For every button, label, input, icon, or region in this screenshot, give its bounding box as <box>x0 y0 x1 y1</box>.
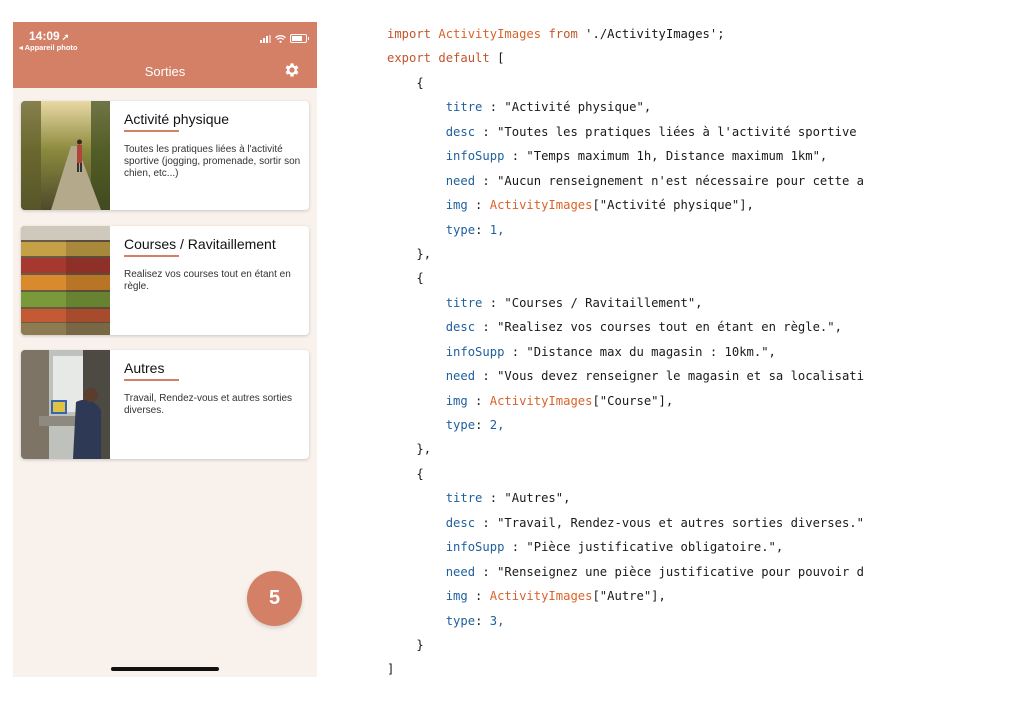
card-title: Autres <box>124 360 165 376</box>
code-line-img: img : ActivityImages["Course"], <box>445 393 674 408</box>
code-line-infosupp: infoSupp : "Temps maximum 1h, Distance m… <box>445 149 828 164</box>
code-line-close-array: ] <box>387 662 395 677</box>
code-line-close-brace: } <box>416 637 424 652</box>
code-line-desc: desc : "Realisez vos courses tout en éta… <box>445 320 842 335</box>
code-line-img: img : ActivityImages["Autre"], <box>445 589 666 604</box>
location-arrow-icon: ➚ <box>61 32 70 42</box>
app-header: 14:09 ➚ ◂ Appareil photo Sorties <box>13 22 317 88</box>
code-line-need: need : "Aucun renseignement n'est nécess… <box>445 173 864 188</box>
phone-screen: 14:09 ➚ ◂ Appareil photo Sorties Activité… <box>13 22 317 677</box>
code-line-open-brace: { <box>387 466 424 481</box>
code-line-infosupp: infoSupp : "Pièce justificative obligato… <box>445 540 784 555</box>
settings-gear-icon[interactable] <box>283 61 301 79</box>
activity-card-physical[interactable]: Activité physique Toutes les pratiques l… <box>21 101 309 210</box>
code-line-titre: titre : "Courses / Ravitaillement", <box>445 295 703 310</box>
back-to-app-link[interactable]: ◂ Appareil photo <box>19 43 77 52</box>
page-title: Sorties <box>144 64 186 79</box>
activity-card-groceries[interactable]: Courses / Ravitaillement Realisez vos co… <box>21 226 309 335</box>
status-icons <box>260 34 309 43</box>
card-title-underline <box>124 130 179 132</box>
card-image-grocery-shelves <box>21 226 110 335</box>
code-line-open-brace: { <box>387 75 424 90</box>
code-line-titre: titre : "Autres", <box>445 491 571 506</box>
code-line-close-brace: }, <box>416 246 432 261</box>
signal-icon <box>260 34 271 43</box>
card-description: Realisez vos courses tout en étant en rè… <box>124 269 291 292</box>
card-title: Courses / Ravitaillement <box>124 236 276 252</box>
code-line-need: need : "Renseignez une pièce justificati… <box>445 564 864 579</box>
card-description: Toutes les pratiques liées à l'activité … <box>124 144 301 179</box>
code-line-import: import ActivityImages from './ActivityIm… <box>387 27 725 41</box>
card-description: Travail, Rendez-vous et autres sorties d… <box>124 393 293 416</box>
code-line-desc: desc : "Travail, Rendez-vous et autres s… <box>445 515 864 530</box>
wifi-icon <box>275 34 286 43</box>
code-editor: import ActivityImages from './ActivityIm… <box>387 22 909 692</box>
code-line-img: img : ActivityImages["Activité physique"… <box>445 198 754 213</box>
card-image-jogging-path <box>21 101 110 210</box>
code-line-titre: titre : "Activité physique", <box>445 100 652 115</box>
code-line-need: need : "Vous devez renseigner le magasin… <box>445 369 864 384</box>
code-line-type: type: 3, <box>445 613 505 628</box>
home-indicator[interactable] <box>111 667 219 671</box>
status-time: 14:09 ➚ <box>29 29 70 43</box>
card-title-underline <box>124 379 179 381</box>
floating-count-badge[interactable]: 5 <box>247 571 302 626</box>
code-line-infosupp: infoSupp : "Distance max du magasin : 10… <box>445 344 776 359</box>
code-line-type: type: 1, <box>445 222 505 237</box>
code-line-open-brace: { <box>387 271 424 286</box>
code-line-export: export default [ <box>387 51 505 66</box>
battery-icon <box>290 34 309 43</box>
code-line-close-brace: }, <box>416 442 432 457</box>
code-line-type: type: 2, <box>445 418 505 432</box>
card-title-underline <box>124 255 179 257</box>
card-image-laptop-work <box>21 350 110 459</box>
activity-card-other[interactable]: Autres Travail, Rendez-vous et autres so… <box>21 350 309 459</box>
card-title: Activité physique <box>124 111 230 127</box>
code-line-desc: desc : "Toutes les pratiques liées à l'a… <box>445 124 857 139</box>
